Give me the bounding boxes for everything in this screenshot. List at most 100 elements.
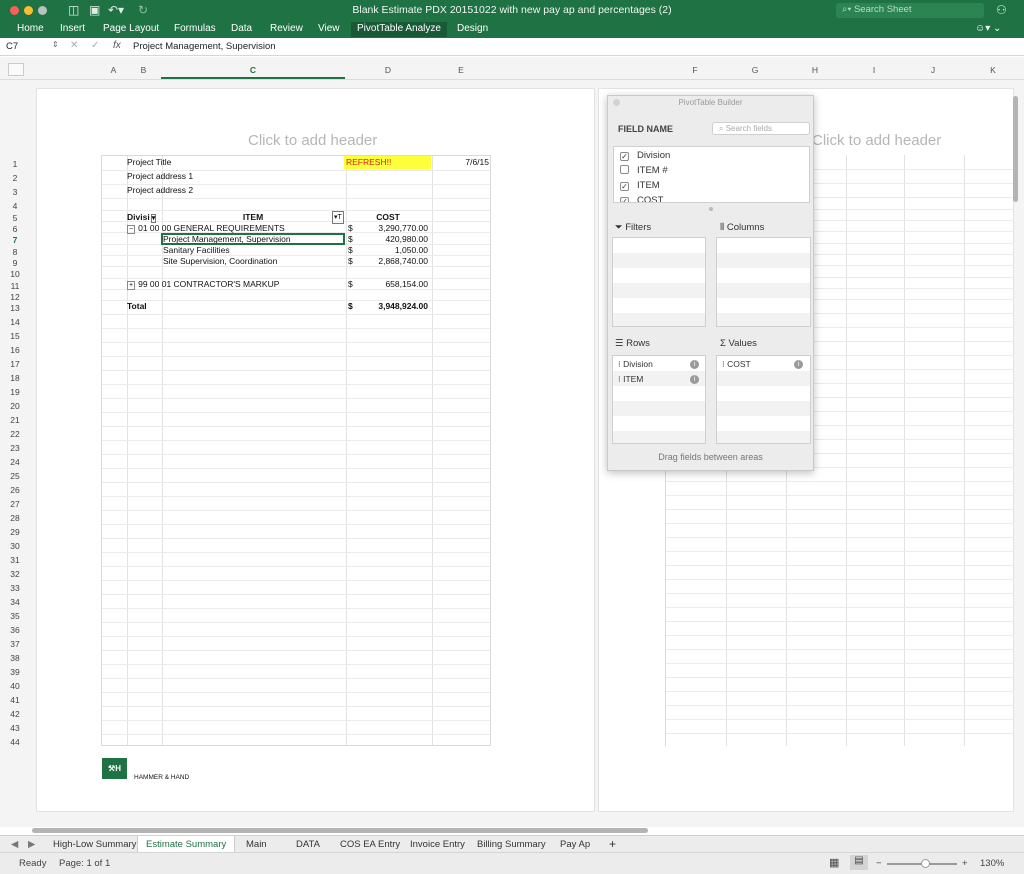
column-header-active[interactable]: C bbox=[161, 63, 345, 79]
row-header[interactable]: 24 bbox=[0, 455, 30, 469]
cost-cell[interactable]: 1,050.00 bbox=[355, 245, 428, 256]
function-icon[interactable]: fx bbox=[113, 40, 121, 51]
column-header[interactable]: A bbox=[101, 65, 126, 75]
column-header[interactable]: F bbox=[665, 65, 725, 75]
prev-sheet-icon[interactable]: ◀ bbox=[11, 839, 18, 850]
columns-drop-area[interactable] bbox=[716, 237, 811, 327]
column-header[interactable]: D bbox=[345, 65, 431, 75]
row-header[interactable]: 23 bbox=[0, 441, 30, 455]
column-header[interactable]: I bbox=[845, 65, 903, 75]
row-header[interactable]: 37 bbox=[0, 637, 30, 651]
row-header[interactable]: 41 bbox=[0, 693, 30, 707]
cost-cell[interactable]: 658,154.00 bbox=[355, 279, 428, 290]
tab-view[interactable]: View bbox=[318, 23, 340, 34]
filters-drop-area[interactable] bbox=[612, 237, 706, 327]
total-cost[interactable]: 3,948,924.00 bbox=[355, 301, 428, 312]
select-all-button[interactable] bbox=[8, 63, 24, 76]
field-list[interactable]: ✓ Division ITEM # ✓ ITEM ✓ COST bbox=[613, 146, 810, 203]
row-header[interactable]: 13 bbox=[0, 301, 30, 315]
row-header[interactable]: 36 bbox=[0, 623, 30, 637]
sheet-tab-invoice-entry[interactable]: Invoice Entry bbox=[410, 839, 465, 850]
row-header[interactable]: 28 bbox=[0, 511, 30, 525]
tab-page-layout[interactable]: Page Layout bbox=[103, 23, 159, 34]
tab-pivottable-analyze[interactable]: PivotTable Analyze bbox=[351, 22, 447, 37]
smiley-feedback-icon[interactable]: ☺▾ ⌄ bbox=[975, 23, 1001, 34]
row-header[interactable]: 17 bbox=[0, 357, 30, 371]
info-icon[interactable]: i bbox=[690, 360, 699, 369]
row-header[interactable]: 14 bbox=[0, 315, 30, 329]
search-fields-input[interactable]: ⌕ Search fields bbox=[712, 122, 810, 135]
row-header[interactable]: 33 bbox=[0, 581, 30, 595]
row-header[interactable]: 16 bbox=[0, 343, 30, 357]
row-header[interactable]: 22 bbox=[0, 427, 30, 441]
sheet-tab-main[interactable]: Main bbox=[246, 839, 267, 850]
checkbox[interactable] bbox=[620, 165, 629, 174]
row-header[interactable]: 43 bbox=[0, 721, 30, 735]
resize-handle[interactable] bbox=[709, 207, 713, 211]
cancel-icon[interactable]: ✕ bbox=[70, 40, 78, 51]
cost-header[interactable]: COST bbox=[345, 212, 431, 223]
sheet-tab-estimate-summary[interactable]: Estimate Summary bbox=[137, 836, 236, 852]
horizontal-scrollbar[interactable] bbox=[32, 828, 648, 833]
filter-applied-icon[interactable]: ▾T bbox=[332, 211, 344, 224]
column-header[interactable]: J bbox=[903, 65, 963, 75]
row-header[interactable]: 30 bbox=[0, 539, 30, 553]
row-header[interactable]: 2 bbox=[0, 171, 30, 185]
cost-cell[interactable]: 3,290,770.00 bbox=[355, 223, 428, 234]
row-header[interactable]: 25 bbox=[0, 469, 30, 483]
row-header[interactable]: 32 bbox=[0, 567, 30, 581]
collapse-icon[interactable]: − bbox=[127, 225, 136, 234]
row-header[interactable]: 40 bbox=[0, 679, 30, 693]
row-header[interactable]: 35 bbox=[0, 609, 30, 623]
search-sheet-input[interactable]: ⌕▾ Search Sheet bbox=[836, 3, 984, 18]
row-header[interactable]: 15 bbox=[0, 329, 30, 343]
row-header[interactable]: 1 bbox=[0, 157, 30, 171]
expand-icon[interactable]: + bbox=[127, 281, 136, 290]
field-cost[interactable]: ✓ COST bbox=[620, 195, 663, 202]
rows-drop-area[interactable]: ⁝ Division i ⁝ ITEM i bbox=[612, 355, 706, 444]
add-sheet-icon[interactable]: + bbox=[609, 837, 616, 851]
currency-cell[interactable]: $ bbox=[348, 279, 353, 290]
address2-cell[interactable]: Project address 2 bbox=[127, 185, 193, 196]
field-item-number[interactable]: ITEM # bbox=[620, 165, 668, 176]
total-currency[interactable]: $ bbox=[348, 301, 353, 312]
next-sheet-icon[interactable]: ▶ bbox=[28, 839, 35, 850]
cost-cell[interactable]: 420,980.00 bbox=[355, 234, 428, 245]
confirm-icon[interactable]: ✓ bbox=[91, 40, 99, 51]
column-header[interactable]: G bbox=[725, 65, 785, 75]
page-layout-view-icon[interactable]: ▤ bbox=[850, 855, 868, 870]
filter-dropdown-icon[interactable]: ▾ bbox=[150, 214, 157, 223]
row-header[interactable]: 18 bbox=[0, 371, 30, 385]
name-box[interactable]: C7 bbox=[6, 41, 18, 52]
row-header[interactable]: 34 bbox=[0, 595, 30, 609]
refresh-cell[interactable]: REFRESH!! bbox=[344, 156, 431, 169]
row-header[interactable]: 44 bbox=[0, 735, 30, 749]
sheet-tab-billing-summary[interactable]: Billing Summary bbox=[477, 839, 546, 850]
zoom-out-icon[interactable]: − bbox=[876, 858, 882, 869]
tab-home[interactable]: Home bbox=[17, 23, 44, 34]
currency-cell[interactable]: $ bbox=[348, 234, 353, 245]
formula-input[interactable]: Project Management, Supervision bbox=[133, 41, 276, 52]
tab-data[interactable]: Data bbox=[231, 23, 252, 34]
row-header[interactable]: 3 bbox=[0, 185, 30, 199]
group-row[interactable]: +99 00 01 CONTRACTOR'S MARKUP bbox=[127, 279, 279, 291]
tab-design[interactable]: Design bbox=[457, 23, 488, 34]
tab-insert[interactable]: Insert bbox=[60, 23, 85, 34]
row-header[interactable]: 38 bbox=[0, 651, 30, 665]
info-icon[interactable]: i bbox=[690, 375, 699, 384]
address1-cell[interactable]: Project address 1 bbox=[127, 171, 193, 182]
sheet-tab-high-low-summary[interactable]: High-Low Summary bbox=[53, 839, 136, 850]
checkbox-checked[interactable]: ✓ bbox=[620, 197, 629, 202]
tab-formulas[interactable]: Formulas bbox=[174, 23, 216, 34]
info-icon[interactable]: i bbox=[794, 360, 803, 369]
sheet-tab-pay-ap[interactable]: Pay Ap bbox=[560, 839, 590, 850]
row-header[interactable]: 26 bbox=[0, 483, 30, 497]
currency-cell[interactable]: $ bbox=[348, 245, 353, 256]
zoom-slider-thumb[interactable] bbox=[921, 859, 930, 868]
checkbox-checked[interactable]: ✓ bbox=[620, 152, 629, 161]
currency-cell[interactable]: $ bbox=[348, 223, 353, 234]
checkbox-checked[interactable]: ✓ bbox=[620, 182, 629, 191]
sheet-tab-cos-ea-entry[interactable]: COS EA Entry bbox=[340, 839, 400, 850]
column-header[interactable]: H bbox=[785, 65, 845, 75]
item-cell[interactable]: Site Supervision, Coordination bbox=[163, 256, 277, 267]
